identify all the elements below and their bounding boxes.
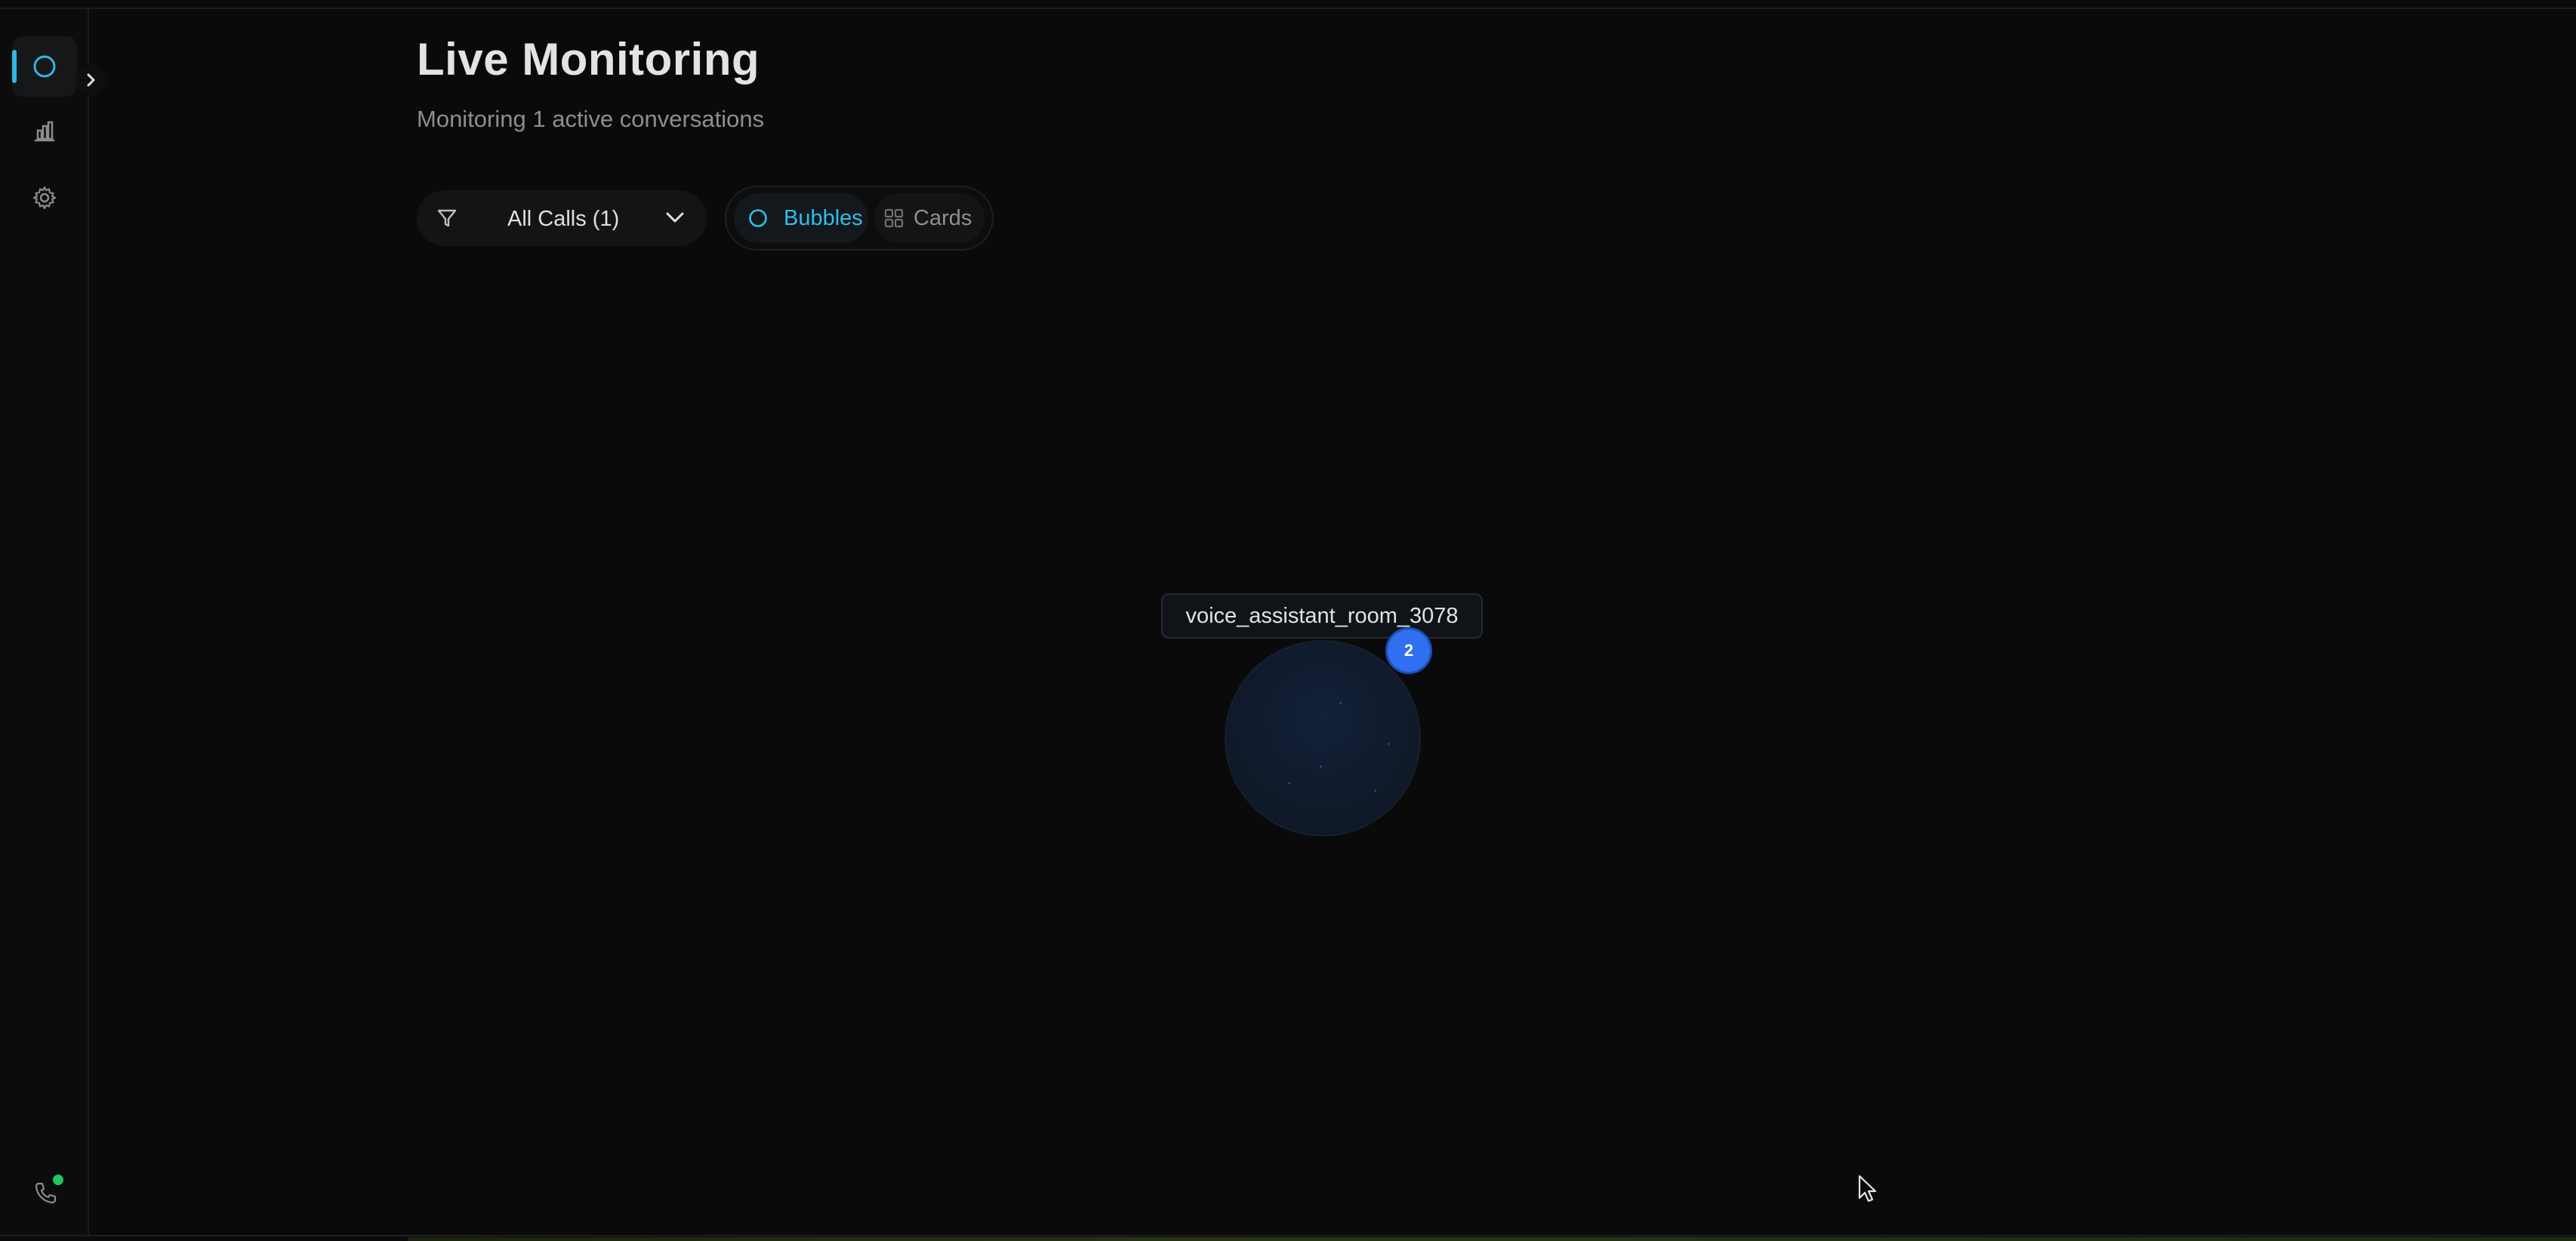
chevron-right-icon bbox=[87, 73, 95, 87]
bubble-particle bbox=[1288, 782, 1290, 784]
page-subtitle: Monitoring 1 active conversations bbox=[417, 106, 765, 132]
bar-chart-icon bbox=[34, 121, 55, 142]
gear-icon bbox=[32, 186, 57, 210]
view-mode-toggle: Bubbles Cards bbox=[725, 186, 994, 251]
filter-label: All Calls (1) bbox=[507, 207, 620, 231]
connection-status[interactable] bbox=[24, 1172, 66, 1214]
filter-icon bbox=[437, 209, 457, 227]
circle-icon bbox=[33, 55, 56, 78]
online-status-dot bbox=[53, 1175, 63, 1185]
sidebar-expand-button[interactable] bbox=[75, 65, 106, 95]
top-border bbox=[0, 0, 2576, 9]
participant-count-badge: 2 bbox=[1388, 630, 1430, 672]
sidebar-item-settings[interactable] bbox=[12, 168, 77, 228]
bubble-particle bbox=[1374, 790, 1376, 792]
active-indicator bbox=[12, 50, 17, 83]
sidebar-item-analytics[interactable] bbox=[12, 101, 77, 162]
grid-icon bbox=[884, 208, 904, 228]
conversation-bubble[interactable] bbox=[1225, 640, 1421, 836]
page-title: Live Monitoring bbox=[417, 34, 760, 85]
bubbles-label: Bubbles bbox=[784, 206, 863, 230]
app-window: Live Monitoring Monitoring 1 active conv… bbox=[0, 0, 2576, 1241]
bubble-particle bbox=[1320, 765, 1322, 768]
bubbles-view-button[interactable]: Bubbles bbox=[734, 193, 868, 243]
bubble-particle bbox=[1339, 702, 1342, 704]
bottom-highlight bbox=[408, 1237, 2576, 1241]
bubble-particle bbox=[1388, 743, 1390, 745]
room-name-label: voice_assistant_room_3078 bbox=[1161, 593, 1483, 639]
circle-icon bbox=[749, 209, 767, 227]
mouse-cursor-icon bbox=[1858, 1175, 1877, 1203]
chevron-down-icon[interactable] bbox=[661, 204, 689, 231]
sidebar bbox=[0, 9, 106, 1235]
cards-view-button[interactable]: Cards bbox=[874, 193, 984, 243]
cards-label: Cards bbox=[914, 206, 972, 230]
sidebar-item-live-monitoring[interactable] bbox=[12, 36, 77, 97]
